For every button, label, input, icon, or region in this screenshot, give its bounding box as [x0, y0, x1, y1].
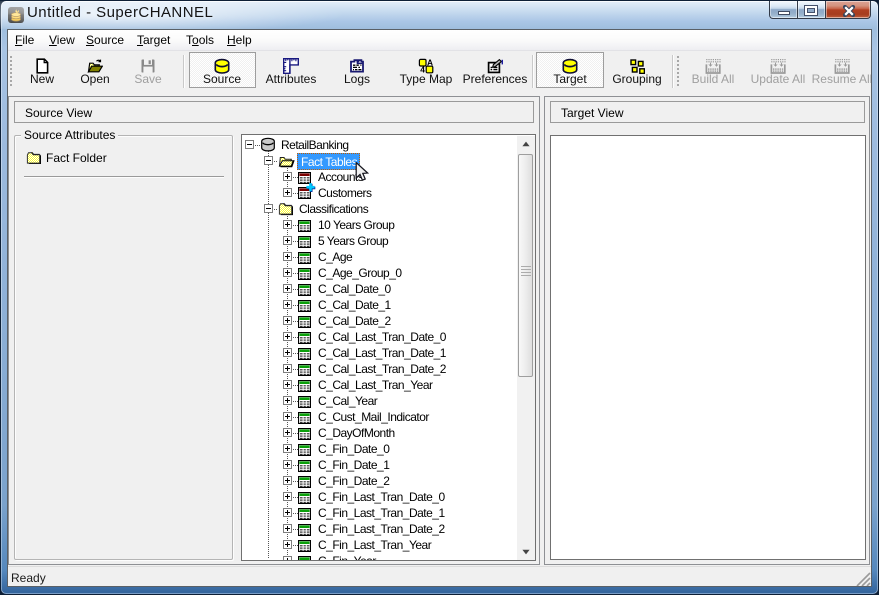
svg-text:A: A — [427, 58, 433, 67]
